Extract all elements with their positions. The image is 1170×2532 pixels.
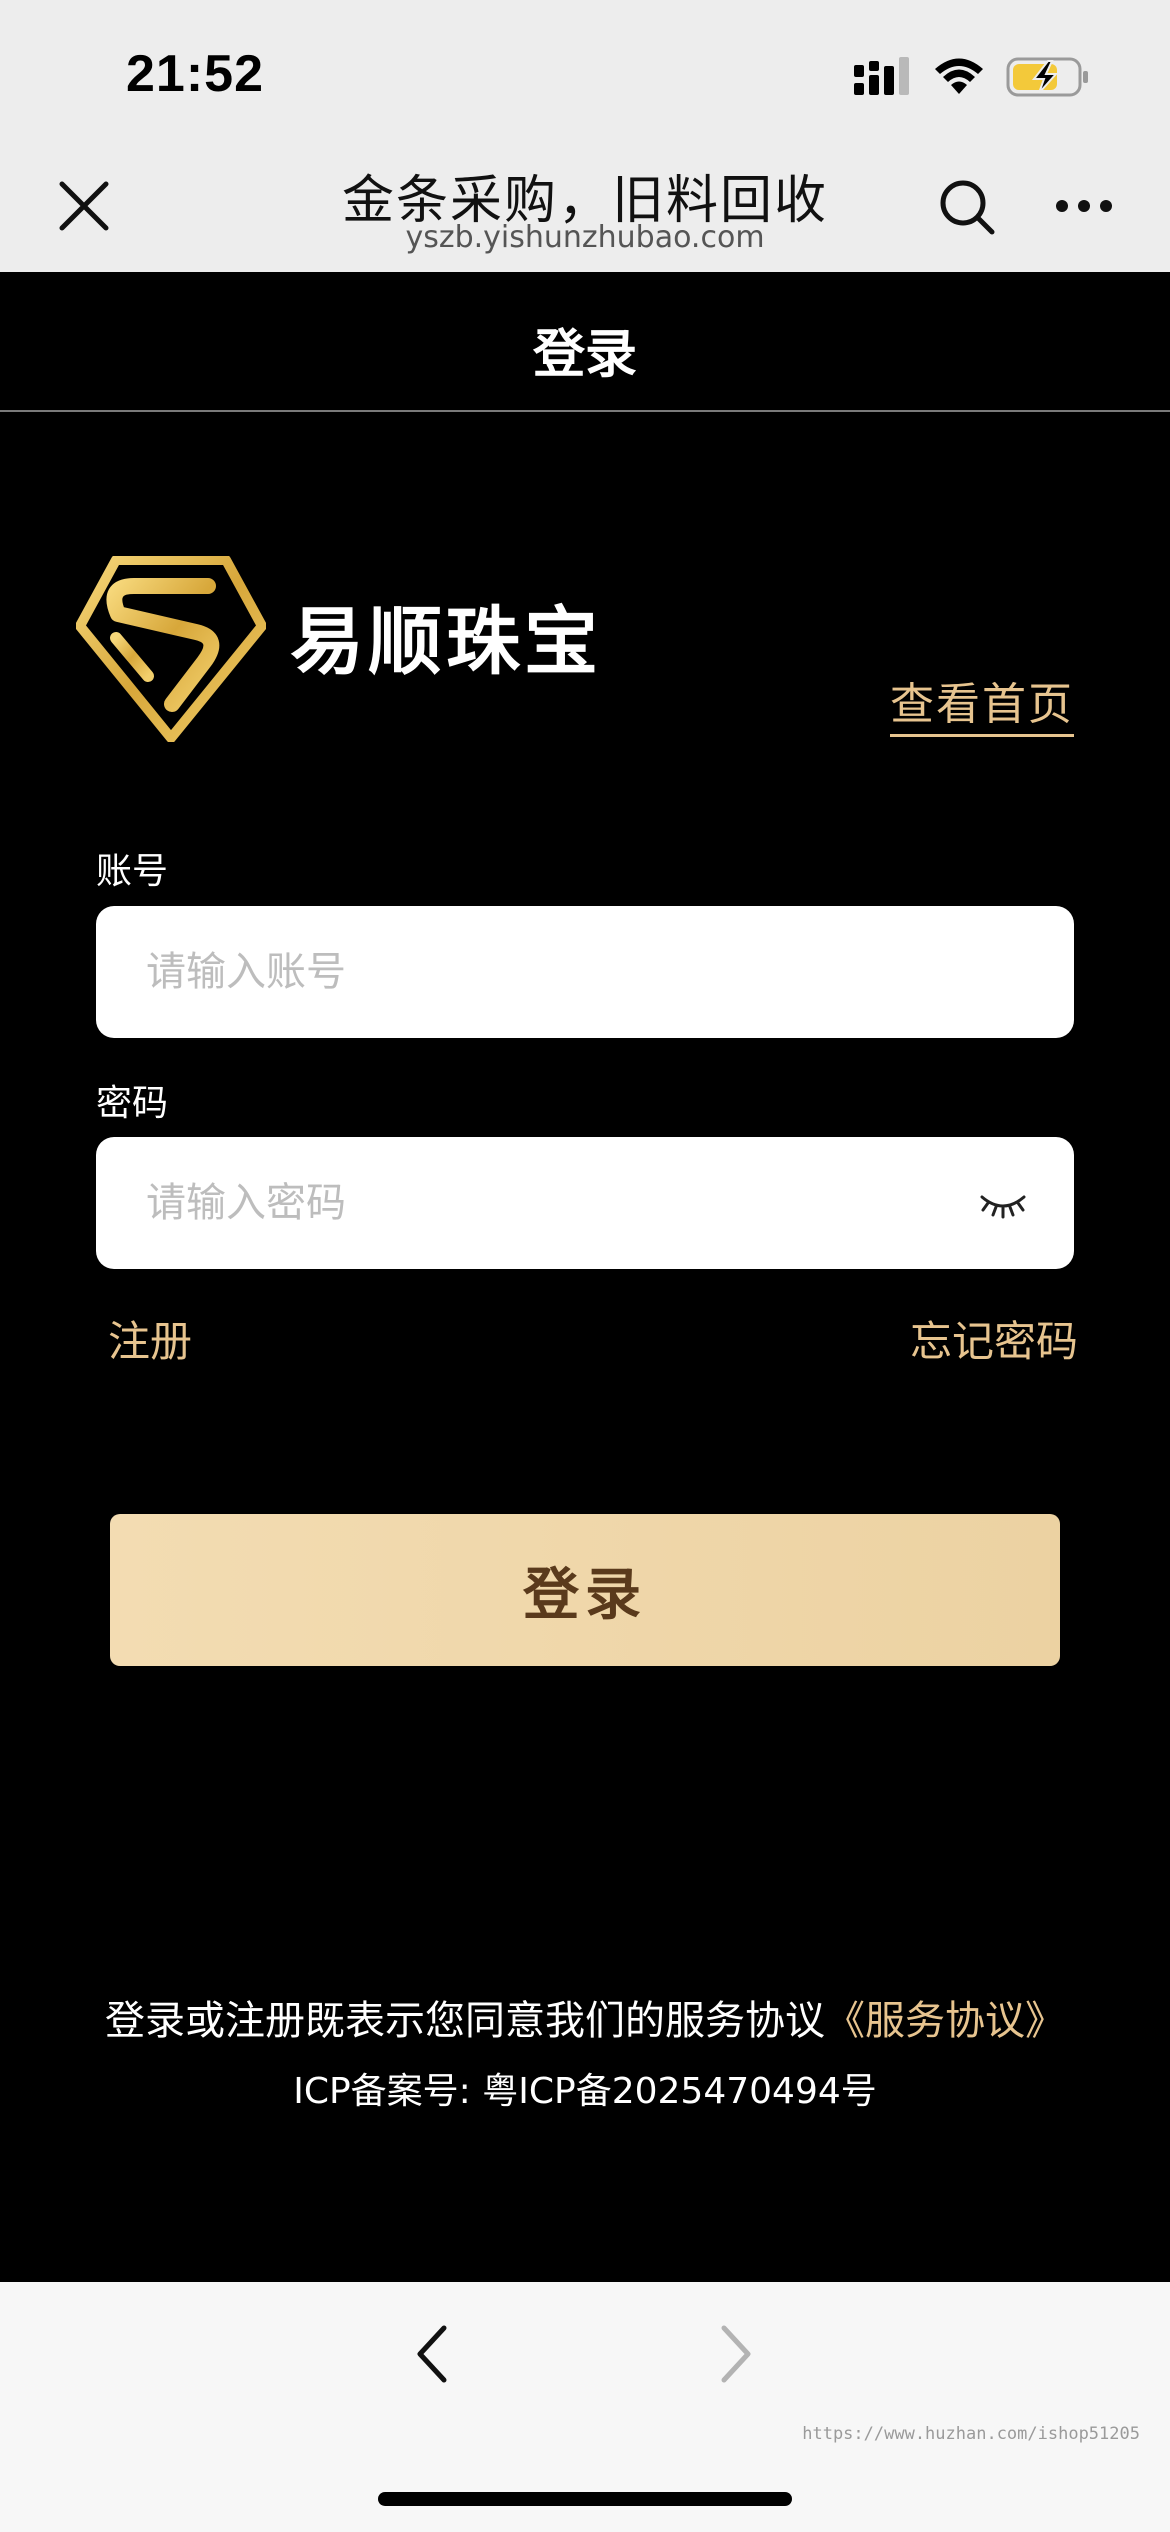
password-input[interactable] (146, 1137, 966, 1269)
watermark: https://www.huzhan.com/ishop51205 (802, 2424, 1140, 2444)
password-label: 密码 (96, 1083, 169, 1124)
page-header: 登录 (0, 272, 1170, 412)
agreement-text: 登录或注册既表示您同意我们的服务协议《服务协议》 (0, 1988, 1170, 2046)
forgot-password-link[interactable]: 忘记密码 (910, 1308, 1078, 1369)
password-field[interactable] (96, 1137, 1074, 1269)
eye-closed-icon[interactable] (980, 1191, 1026, 1219)
home-indicator[interactable] (378, 2492, 792, 2506)
chevron-left-icon[interactable] (412, 2324, 452, 2384)
view-homepage-link[interactable]: 查看首页 (890, 668, 1074, 737)
status-time: 21:52 (126, 45, 264, 103)
search-icon[interactable] (938, 178, 996, 236)
brand-logo-icon (76, 556, 266, 742)
browser-bottom-bar: https://www.huzhan.com/ishop51205 (0, 2282, 1170, 2532)
icp-record: ICP备案号: 粤ICP备2025470494号 (293, 2071, 877, 2112)
more-icon[interactable] (1054, 198, 1114, 214)
login-button[interactable]: 登录 (110, 1514, 1060, 1666)
status-icons (854, 54, 1090, 100)
register-link[interactable]: 注册 (108, 1308, 192, 1369)
wifi-icon (935, 58, 983, 94)
service-agreement-link[interactable]: 《服务协议》 (825, 1998, 1065, 2044)
chevron-right-icon[interactable] (716, 2324, 756, 2384)
page-title: 登录 (532, 325, 637, 385)
battery-charging-icon (1006, 57, 1088, 97)
brand-name: 易顺珠宝 (290, 599, 602, 685)
account-field[interactable] (96, 906, 1074, 1038)
signal-icon (854, 57, 909, 95)
status-bar: 21:52 (0, 0, 1170, 140)
browser-nav-bar: 金条采购，旧料回收 yszb.yishunzhubao.com (0, 140, 1170, 272)
account-label: 账号 (96, 851, 169, 892)
agreement-statement: 登录或注册既表示您同意我们的服务协议 (105, 1998, 825, 2044)
account-input[interactable] (146, 906, 966, 1038)
